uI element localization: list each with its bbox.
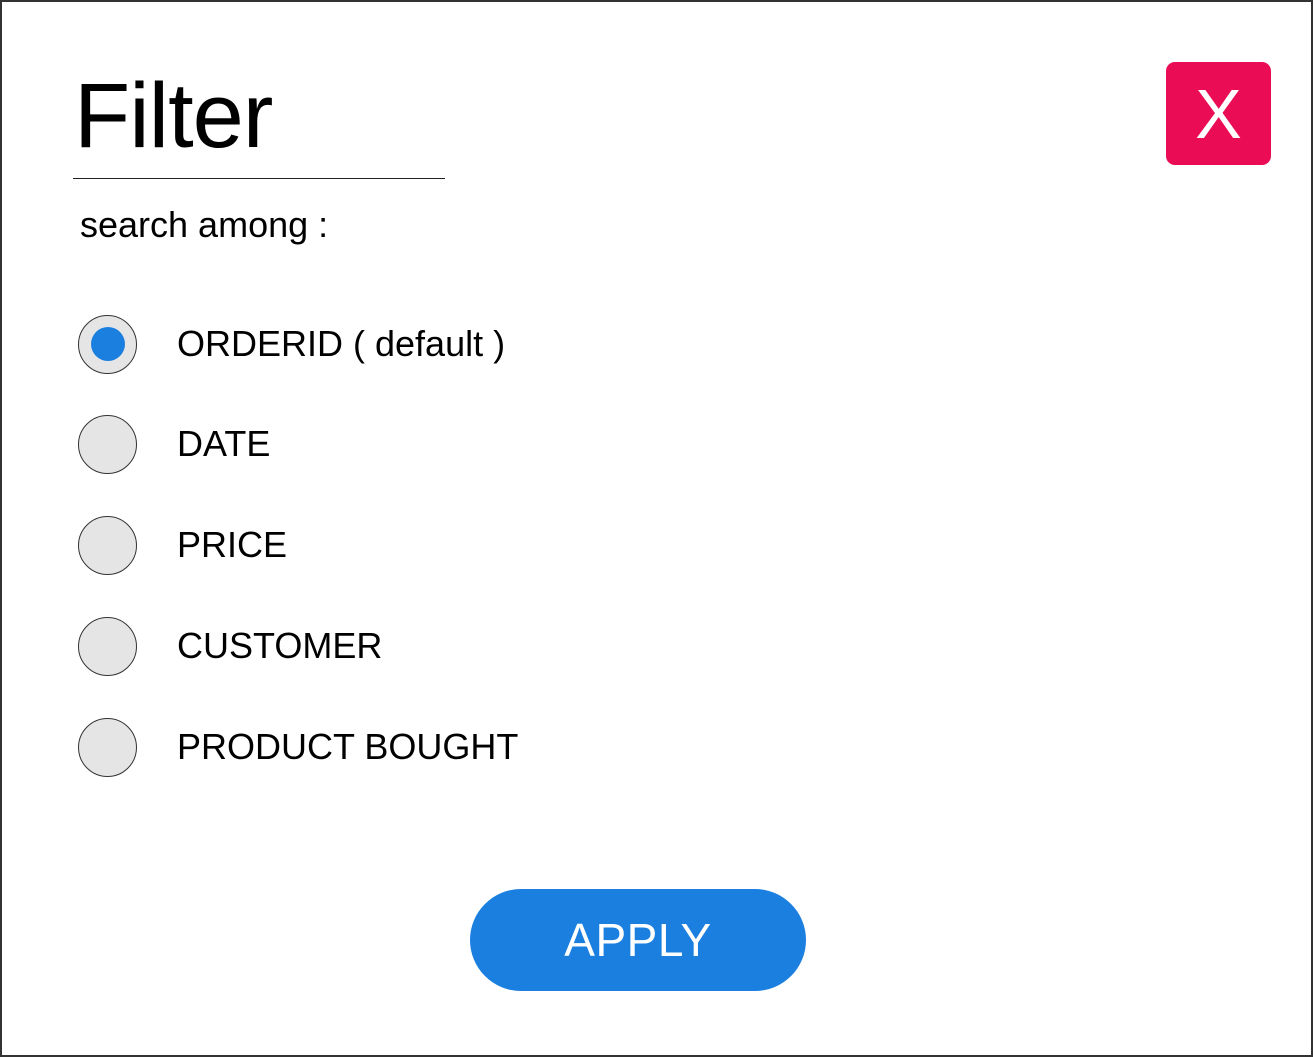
option-label: PRICE	[177, 524, 288, 565]
search-among-label: search among :	[80, 204, 329, 245]
radio-unselected-icon[interactable]	[78, 515, 137, 575]
option-label: CUSTOMER	[177, 625, 383, 666]
option-price[interactable]: PRICE	[78, 514, 598, 576]
radio-selected-icon[interactable]	[78, 314, 137, 374]
option-product-bought[interactable]: PRODUCT BOUGHT	[78, 716, 598, 778]
close-icon: X	[1195, 74, 1242, 153]
option-label: DATE	[177, 423, 271, 464]
radio-dot	[90, 327, 125, 361]
radio-unselected-icon[interactable]	[78, 414, 137, 474]
apply-button[interactable]: APPLY	[470, 889, 806, 991]
close-button[interactable]: X	[1166, 62, 1271, 165]
filter-dialog: Filter X search among : ORDERID ( defaul…	[0, 0, 1313, 1057]
title-divider	[73, 178, 445, 179]
radio-unselected-icon[interactable]	[78, 616, 137, 676]
option-label: PRODUCT BOUGHT	[177, 726, 519, 767]
option-orderid[interactable]: ORDERID ( default )	[78, 313, 598, 375]
option-label: ORDERID ( default )	[177, 323, 506, 364]
radio-unselected-icon[interactable]	[78, 717, 137, 777]
dialog-title: Filter	[74, 65, 273, 167]
option-customer[interactable]: CUSTOMER	[78, 615, 598, 677]
option-date[interactable]: DATE	[78, 413, 598, 475]
